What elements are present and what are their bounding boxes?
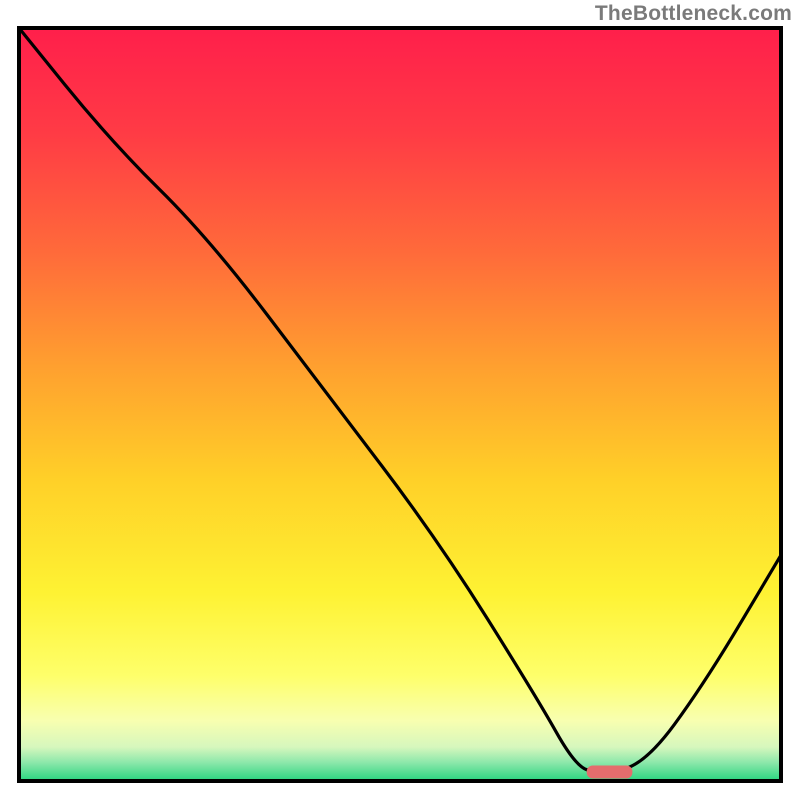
bottleneck-chart — [17, 26, 783, 783]
chart-frame — [17, 26, 783, 783]
watermark-text: TheBottleneck.com — [595, 2, 792, 26]
optimal-marker — [587, 765, 633, 778]
chart-container: TheBottleneck.com — [0, 0, 800, 800]
gradient-background — [19, 28, 781, 781]
